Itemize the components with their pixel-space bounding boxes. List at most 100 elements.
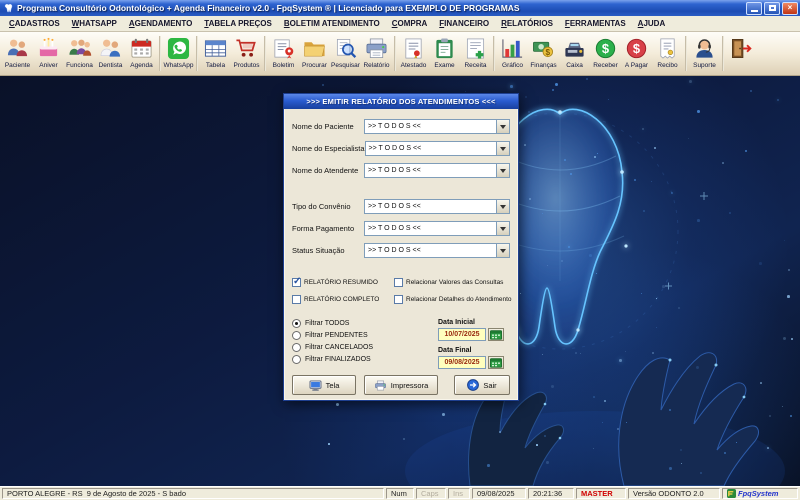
- radio-button[interactable]: [292, 355, 301, 364]
- toolbar-grafico-button[interactable]: Gráfico: [497, 33, 528, 74]
- toolbar-boletim-button[interactable]: Boletim: [268, 33, 299, 74]
- menu-item-agendamento[interactable]: AGENDAMENTO: [123, 18, 198, 29]
- toolbar-button-label: Agenda: [130, 62, 152, 69]
- maximize-icon[interactable]: [764, 2, 780, 15]
- radio-filtrar-pendentes[interactable]: Filtrar PENDENTES: [292, 331, 438, 340]
- toolbar-button-label: Boletim: [273, 62, 295, 69]
- toolbar-produtos-button[interactable]: Produtos: [231, 33, 262, 74]
- toolbar-whatsapp-button[interactable]: WhatsApp: [163, 33, 194, 74]
- toolbar-aniver-button[interactable]: Aniver: [33, 33, 64, 74]
- toolbar-dentista-button[interactable]: Dentista: [95, 33, 126, 74]
- sair-button[interactable]: Sair: [454, 375, 510, 395]
- radio-filtrar-todos[interactable]: Filtrar TODOS: [292, 319, 438, 328]
- select-value: >> T O D O S <<: [365, 167, 496, 174]
- menu-item-financeiro[interactable]: FINANCEIRO: [433, 18, 495, 29]
- toolbar-atestado-button[interactable]: Atestado: [398, 33, 429, 74]
- menu-item-whatsapp[interactable]: WHATSAPP: [66, 18, 123, 29]
- status-brand-label: FpqSystem: [738, 489, 778, 498]
- select-nome-do-paciente[interactable]: >> T O D O S <<: [364, 119, 510, 134]
- menu-item-ajuda[interactable]: AJUDA: [632, 18, 672, 29]
- toolbar-exame-button[interactable]: Exame: [429, 33, 460, 74]
- menu-item-boletim-atendimento[interactable]: BOLETIM ATENDIMENTO: [278, 18, 386, 29]
- screen-icon: [309, 380, 322, 391]
- toolbar-exit-button[interactable]: [726, 33, 757, 74]
- toolbar-button-label: Recibo: [657, 62, 677, 69]
- checkbox-box[interactable]: [394, 295, 403, 304]
- dropdown-arrow-icon[interactable]: [496, 164, 509, 177]
- svg-text:$: $: [633, 41, 640, 56]
- field-label: Forma Pagamento: [292, 224, 364, 233]
- select-status-situacao[interactable]: >> T O D O S <<: [364, 243, 510, 258]
- select-nome-do-especialista[interactable]: >> T O D O S <<: [365, 141, 510, 156]
- exit-door-icon: [729, 36, 755, 61]
- close-icon[interactable]: ×: [782, 2, 798, 15]
- dropdown-arrow-icon[interactable]: [496, 142, 509, 155]
- checkbox-relacionar-detalhes-do-atendimento[interactable]: Relacionar Detalhes do Atendimento: [394, 294, 512, 305]
- dropdown-arrow-icon[interactable]: [496, 200, 509, 213]
- toolbar-pesquisar-button[interactable]: Pesquisar: [330, 33, 361, 74]
- radio-label: Filtrar TODOS: [305, 320, 349, 327]
- radio-button[interactable]: [292, 343, 301, 352]
- checkbox-box[interactable]: [292, 278, 301, 287]
- minimize-icon[interactable]: [746, 2, 762, 15]
- birthday-cake-icon: [36, 36, 62, 61]
- checkbox-relatorio-completo[interactable]: RELATÓRIO COMPLETO: [292, 294, 394, 305]
- toolbar-caixa-button[interactable]: Caixa: [559, 33, 590, 74]
- toolbar-paciente-button[interactable]: Paciente: [2, 33, 33, 74]
- toolbar-agenda-button[interactable]: Agenda: [126, 33, 157, 74]
- checkbox-relacionar-valores-das-consultas[interactable]: Relacionar Valores das Consultas: [394, 277, 512, 288]
- toolbar-button-label: Dentista: [99, 62, 123, 69]
- dropdown-arrow-icon[interactable]: [496, 120, 509, 133]
- tela-button[interactable]: Tela: [292, 375, 356, 395]
- toolbar-relatorio-button[interactable]: Relatório: [361, 33, 392, 74]
- menu-item-tabela-precos[interactable]: TABELA PREÇOS: [198, 18, 278, 29]
- toolbar-funciona-button[interactable]: Funciona: [64, 33, 95, 74]
- menu-item-relatorios[interactable]: RELATÓRIOS: [495, 18, 559, 29]
- toolbar-button-label: Suporte: [693, 62, 716, 69]
- select-tipo-do-convenio[interactable]: >> T O D O S <<: [364, 199, 510, 214]
- radio-filtrar-cancelados[interactable]: Filtrar CANCELADOS: [292, 343, 438, 352]
- toolbar-button-label: Gráfico: [502, 62, 523, 69]
- radio-filtrar-finalizados[interactable]: Filtrar FINALIZADOS: [292, 355, 438, 364]
- impressora-button[interactable]: Impressora: [364, 375, 438, 395]
- toolbar-separator: [159, 36, 161, 71]
- start-date-calendar-button[interactable]: [488, 328, 504, 341]
- support-headset-icon: [692, 36, 718, 61]
- toolbar-financas-button[interactable]: $Finanças: [528, 33, 559, 74]
- toolbar-recibo-button[interactable]: Recibo: [652, 33, 683, 74]
- emit-report-dialog: >>> EMITIR RELATÓRIO DOS ATENDIMENTOS <<…: [283, 93, 519, 401]
- checkbox-box[interactable]: [292, 295, 301, 304]
- status-location: PORTO ALEGRE - RS 9 de Agosto de 2025 - …: [2, 488, 384, 499]
- toolbar-button-label: Procurar: [302, 62, 327, 69]
- radio-button[interactable]: [292, 331, 301, 340]
- select-forma-pagamento[interactable]: >> T O D O S <<: [364, 221, 510, 236]
- start-date-input[interactable]: 10/07/2025: [438, 328, 486, 341]
- prescription-icon: [463, 36, 489, 61]
- dropdown-arrow-icon[interactable]: [496, 222, 509, 235]
- svg-text:$: $: [602, 41, 609, 56]
- end-date-calendar-button[interactable]: [488, 356, 504, 369]
- report-type-column: RELATÓRIO RESUMIDO RELATÓRIO COMPLETO: [292, 277, 394, 305]
- menu-item-cadastros[interactable]: CADASTROS: [3, 18, 66, 29]
- toolbar-a-pagar-button[interactable]: $A Pagar: [621, 33, 652, 74]
- toolbar-procurar-button[interactable]: Procurar: [299, 33, 330, 74]
- toolbar-tabela-button[interactable]: Tabela: [200, 33, 231, 74]
- toolbar-receita-button[interactable]: Receita: [460, 33, 491, 74]
- report-options: RELATÓRIO RESUMIDO RELATÓRIO COMPLETO Rel…: [292, 277, 510, 305]
- toolbar-button-label: Paciente: [5, 62, 30, 69]
- end-date-input[interactable]: 09/08/2025: [438, 356, 486, 369]
- toolbar-suporte-button[interactable]: Suporte: [689, 33, 720, 74]
- radio-button[interactable]: [292, 319, 301, 328]
- checkbox-box[interactable]: [394, 278, 403, 287]
- menu-item-ferramentas[interactable]: FERRAMENTAS: [559, 18, 632, 29]
- report-printer-icon: [364, 36, 390, 61]
- pay-dollar-icon: $: [624, 36, 650, 61]
- toolbar-receber-button[interactable]: $Receber: [590, 33, 621, 74]
- select-nome-do-atendente[interactable]: >> T O D O S <<: [364, 163, 510, 178]
- certificate-icon: [401, 36, 427, 61]
- dropdown-arrow-icon[interactable]: [496, 244, 509, 257]
- checkbox-label: Relacionar Detalhes do Atendimento: [406, 296, 512, 303]
- menu-item-compra[interactable]: COMPRA: [386, 18, 434, 29]
- checkbox-relatorio-resumido[interactable]: RELATÓRIO RESUMIDO: [292, 277, 394, 288]
- toolbar-separator: [196, 36, 198, 71]
